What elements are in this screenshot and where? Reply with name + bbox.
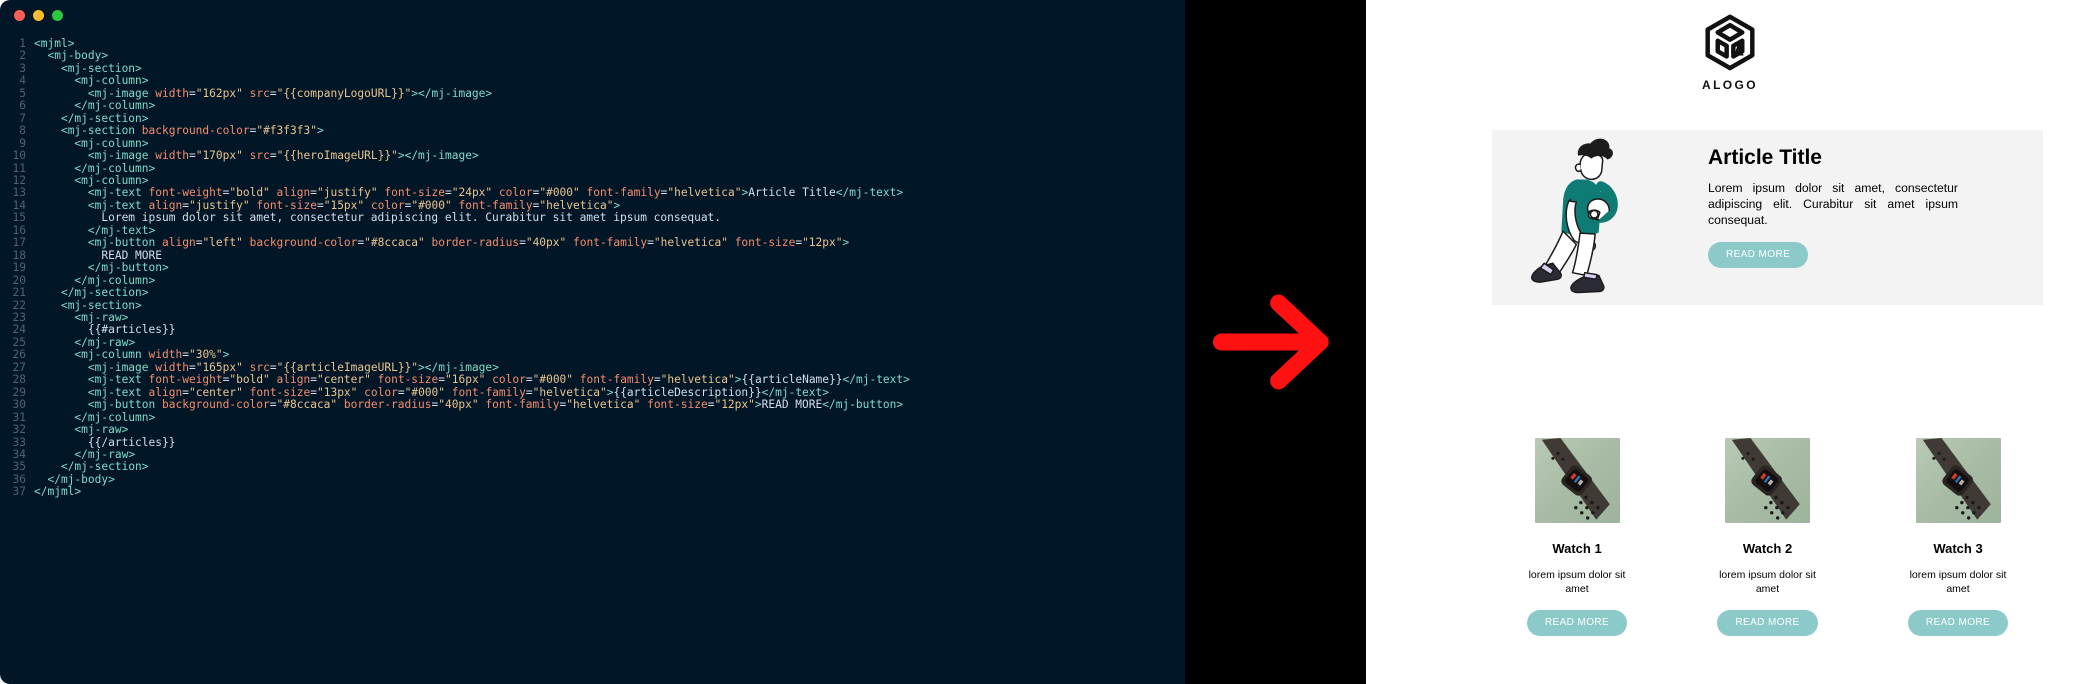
line-number: 6 (19, 99, 26, 113)
code-line: 23 <mj-raw> (0, 311, 1185, 324)
article-card-title: Watch 2 (1742, 541, 1793, 556)
code-line: 18 READ MORE (0, 249, 1185, 262)
line-number: 10 (12, 149, 26, 163)
minimize-window-button[interactable] (33, 9, 44, 21)
code-line: 8 <mj-section background-color="#f3f3f3"… (0, 124, 1185, 138)
code-line: 21 </mj-section> (0, 286, 1185, 300)
code-line: 31 </mj-column> (0, 411, 1185, 424)
watch-photo (1915, 438, 2001, 523)
code-line: 1 <mjml> (0, 37, 1185, 50)
line-number: 24 (12, 323, 26, 337)
code-line: 15 Lorem ipsum dolor sit amet, consectet… (0, 211, 1185, 225)
line-number: 32 (12, 423, 26, 437)
code-line: 32 <mj-raw> (0, 423, 1185, 437)
code-editor-window: 1 <mjml> 2 <mj-body> 3 <mj-section> 4 <mj-co… (0, 0, 1185, 684)
hero-body-text: Lorem ipsum dolor sit amet, consectetur … (1708, 181, 1958, 228)
transition-divider (1185, 0, 1366, 684)
line-number: 26 (12, 348, 26, 362)
line-content: <mj-button background-color="#8ccaca" bo… (87, 398, 904, 412)
code-line: 3 <mj-section> (0, 61, 1185, 75)
line-number: 15 (12, 211, 26, 225)
code-line: 36 </mj-body> (0, 473, 1185, 486)
line-number: 30 (12, 398, 26, 412)
hero-image-column (1492, 130, 1692, 305)
line-number: 19 (12, 261, 26, 275)
code-line: 24 {{#articles}} (0, 323, 1185, 337)
article-card-read-more-button[interactable]: READ MORE (1526, 610, 1628, 637)
line-number: 8 (19, 124, 26, 138)
article-card-description: lorem ipsum dolor sit amet (1528, 569, 1626, 596)
line-number: 3 (19, 61, 26, 75)
watch-photo (1725, 438, 1810, 523)
line-number: 37 (12, 485, 26, 499)
hero-section: Article Title Lorem ipsum dolor sit amet… (1492, 130, 2043, 305)
hero-read-more-button[interactable]: READ MORE (1708, 242, 1809, 269)
article-card-title: Watch 1 (1552, 541, 1602, 556)
article-card-button-wrap: READ MORE (1492, 610, 1662, 637)
article-card-image[interactable] (1725, 438, 1810, 523)
line-number: 2 (19, 49, 26, 63)
code-line: 35 </mj-section> (0, 460, 1185, 474)
hero-title: Article Title (1708, 146, 1822, 169)
line-number: 28 (12, 373, 26, 387)
line-number: 17 (12, 236, 26, 250)
code-line: 20 </mj-column> (0, 274, 1185, 287)
line-number: 1 (19, 37, 26, 50)
code-line: 33 {{/articles}} (0, 436, 1185, 449)
article-card-description: lorem ipsum dolor sit amet (1719, 569, 1816, 596)
screenshot-root: 1 <mjml> 2 <mj-body> 3 <mj-section> 4 <mj-co… (0, 0, 2094, 684)
code-line: 2 <mj-body> (0, 49, 1185, 63)
line-number: 35 (12, 460, 26, 474)
article-card-description: lorem ipsum dolor sit amet (1909, 569, 2007, 596)
code-line: 19 </mj-button> (0, 261, 1185, 275)
article-card: Watch 1 lorem ipsum dolor sit amet READ MO… (1492, 438, 1662, 637)
line-number: 5 (19, 86, 26, 100)
right-arrow-icon (1212, 294, 1329, 390)
hero-button-wrap: READ MORE (1708, 242, 2021, 269)
article-card-title: Watch 3 (1933, 541, 1983, 556)
article-card-image[interactable] (1915, 438, 2001, 523)
code-line: 10 <mj-image width="170px" src="{{heroIm… (0, 149, 1185, 163)
code-line: 30 <mj-button background-color="#8ccaca"… (0, 398, 1185, 412)
article-card-button-wrap: READ MORE (1873, 610, 2043, 637)
logo-wordmark: ALOGO (1702, 78, 1758, 92)
close-window-button[interactable] (14, 9, 25, 21)
email-preview-panel: ALOGO Article Title Lorem ipsum dolor si… (1366, 0, 2094, 684)
code-line: 6 </mj-column> (0, 99, 1185, 113)
walking-person-illustration (1531, 138, 1618, 293)
article-card-button-wrap: READ MORE (1683, 610, 1853, 637)
watch-photo (1534, 438, 1620, 523)
code-line: 37 </mjml> (0, 485, 1185, 499)
hero-text-column: Article Title Lorem ipsum dolor sit amet… (1692, 130, 2043, 305)
line-number: 4 (19, 74, 26, 88)
line-number: 7 (19, 111, 26, 125)
code-line: 17 <mj-button align="left" background-co… (0, 236, 1185, 250)
code-line: 22 <mj-section> (0, 299, 1185, 312)
cube-logo-icon (1705, 14, 1755, 71)
maximize-window-button[interactable] (52, 9, 63, 21)
article-card-read-more-button[interactable]: READ MORE (1907, 610, 2009, 637)
article-card-read-more-button[interactable]: READ MORE (1717, 610, 1818, 637)
brand-logo: ALOGO (1366, 0, 2094, 92)
mjml-code-content[interactable]: 1 <mjml> 2 <mj-body> 3 <mj-section> 4 <mj-co… (0, 30, 1185, 499)
article-cards-row: Watch 1 lorem ipsum dolor sit amet READ MO… (1492, 438, 2043, 637)
code-line: 34 </mj-raw> (0, 448, 1185, 461)
code-line: 11 </mj-column> (0, 162, 1185, 175)
code-line: 5 <mj-image width="162px" src="{{company… (0, 86, 1185, 100)
article-card-image[interactable] (1534, 438, 1620, 523)
window-titlebar (0, 0, 1185, 30)
line-number: 21 (12, 286, 26, 300)
article-card: Watch 2 lorem ipsum dolor sit amet READ MO… (1683, 438, 1853, 637)
article-card: Watch 3 lorem ipsum dolor sit amet READ MO… (1873, 438, 2043, 637)
line-content: </mjml> (34, 485, 82, 499)
